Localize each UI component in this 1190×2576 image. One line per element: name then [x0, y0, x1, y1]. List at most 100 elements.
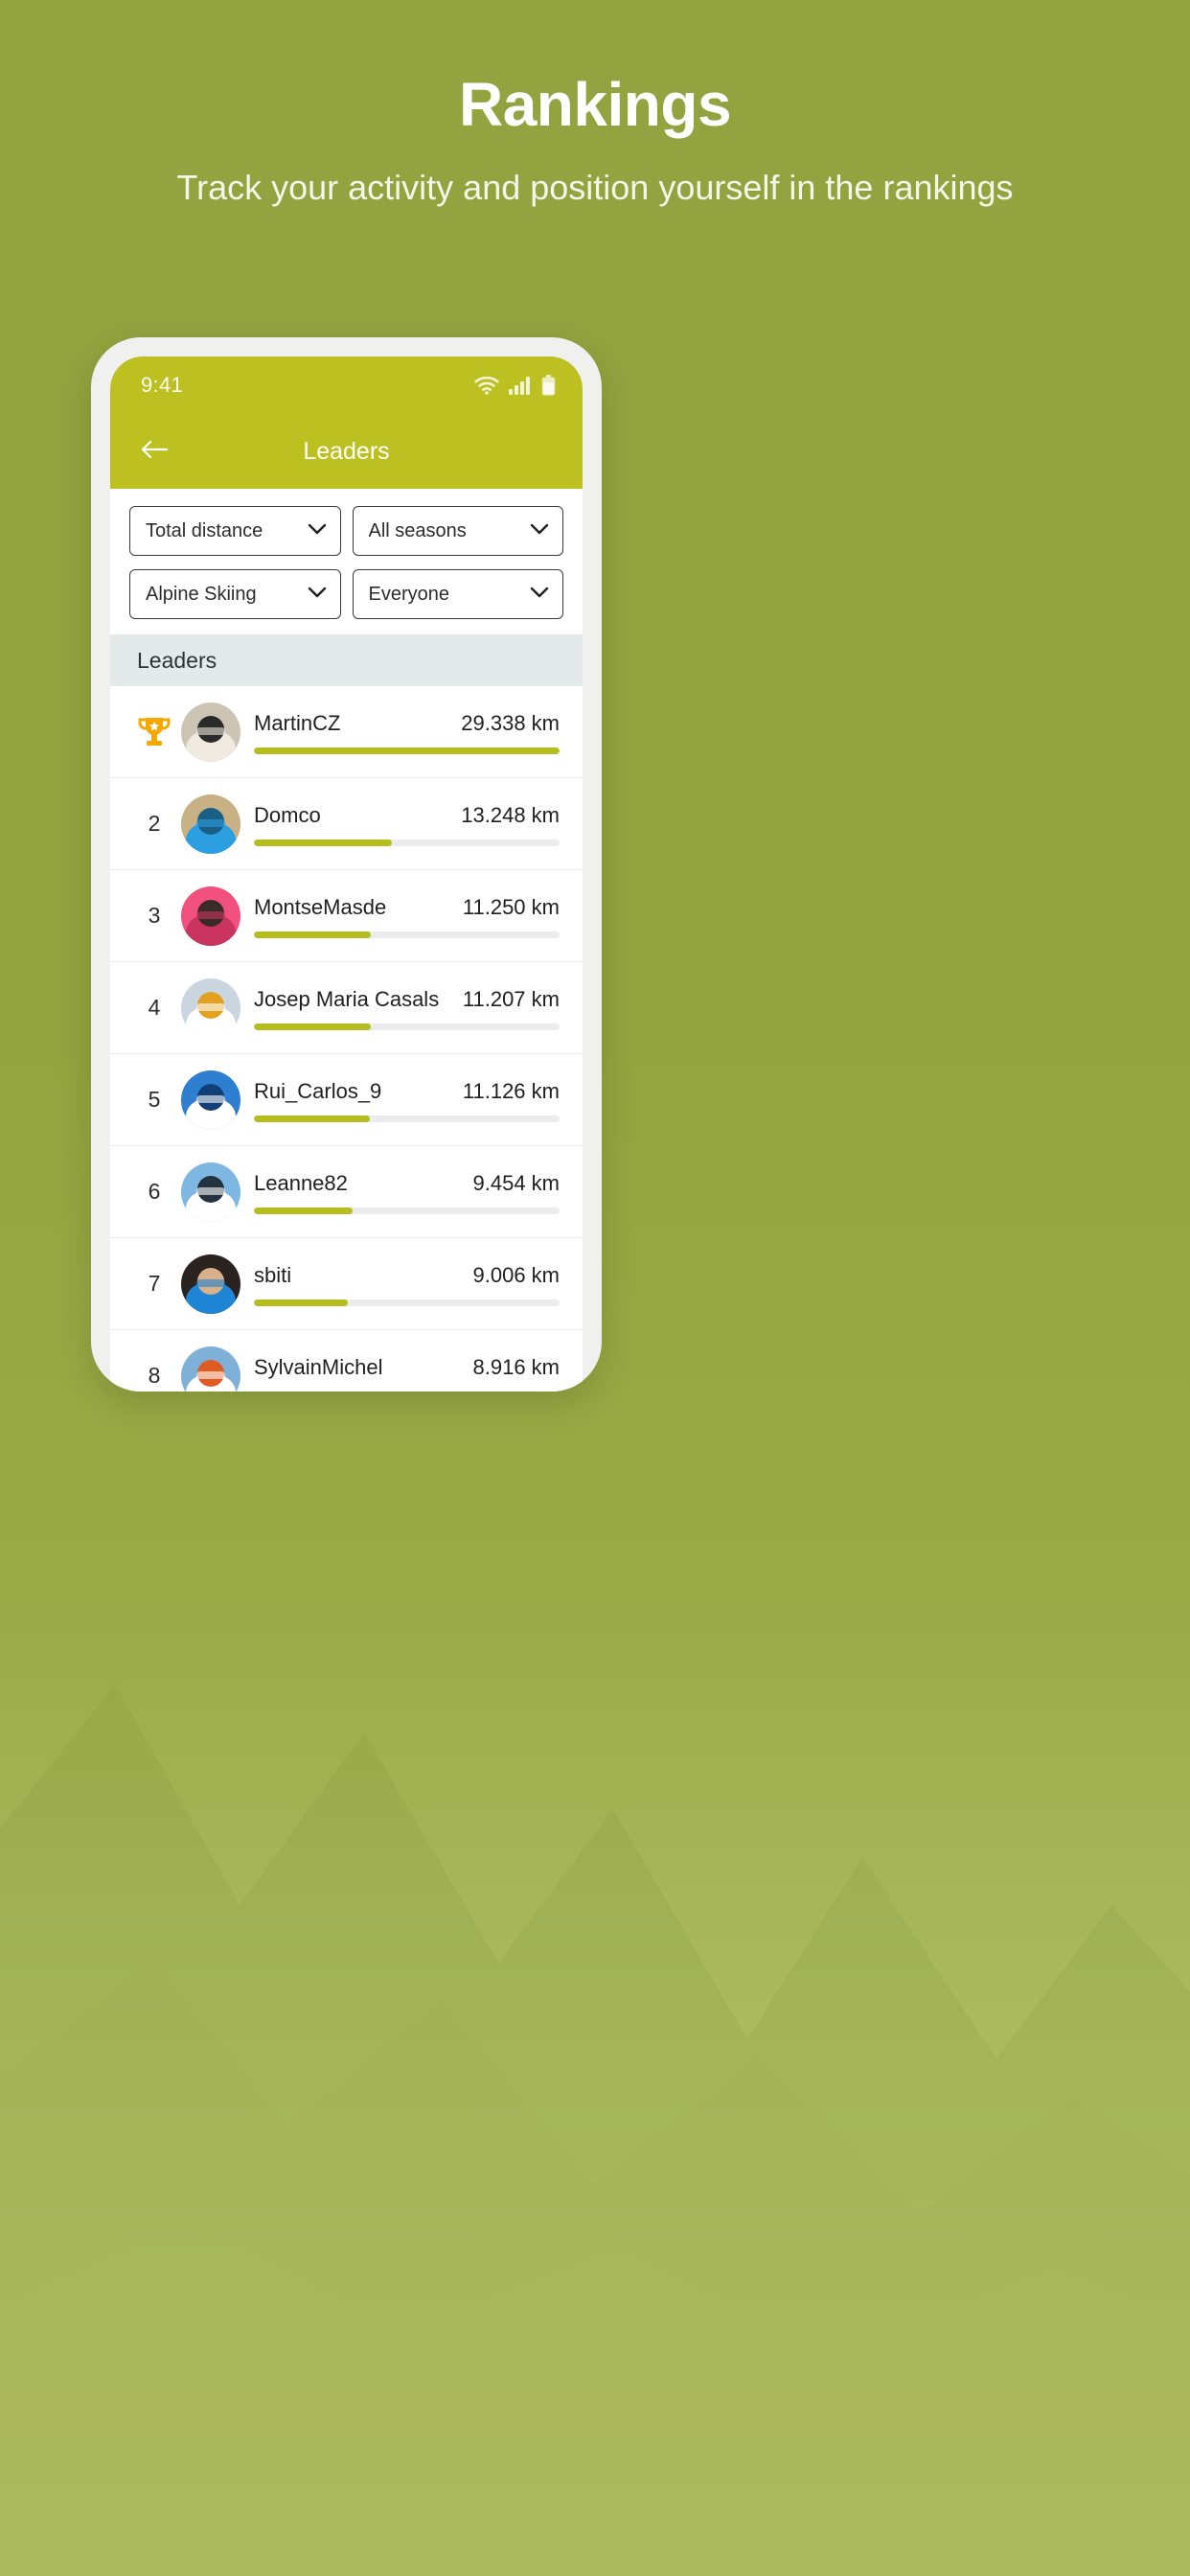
avatar[interactable]	[181, 1346, 240, 1392]
filter-audience-value: Everyone	[368, 583, 450, 605]
leaders-section-header: Leaders	[110, 634, 583, 686]
rank-cell: 6	[127, 1179, 181, 1205]
user-name: Josep Maria Casals	[254, 987, 440, 1011]
leaderboard-list: MartinCZ 29.338 km 2 Domco 13.248 km 3 MontseM…	[110, 686, 583, 1392]
row-content: Domco 13.248 km	[254, 801, 560, 846]
table-row[interactable]: 6 Leanne82 9.454 km	[110, 1146, 583, 1238]
app-bar: Leaders	[110, 414, 583, 489]
page-title: Rankings	[458, 70, 732, 139]
phone-mockup-frame: 9:41 Leaders Total distance All seasons …	[91, 337, 602, 1392]
progress-fill	[254, 748, 560, 754]
chevron-down-icon	[530, 586, 549, 603]
rank-cell	[127, 713, 181, 751]
row-content: MartinCZ 29.338 km	[254, 709, 560, 754]
trophy-icon	[135, 713, 173, 751]
user-name: Rui_Carlos_9	[254, 1079, 382, 1103]
arrow-left-icon	[140, 439, 169, 465]
filter-bar: Total distance All seasons Alpine Skiing…	[110, 489, 583, 634]
wifi-icon	[474, 376, 499, 395]
progress-track	[254, 840, 560, 846]
app-bar-title: Leaders	[303, 437, 390, 465]
table-row[interactable]: MartinCZ 29.338 km	[110, 686, 583, 778]
row-content: Leanne82 9.454 km	[254, 1169, 560, 1214]
progress-fill	[254, 1116, 370, 1122]
avatar[interactable]	[181, 978, 240, 1038]
avatar[interactable]	[181, 1070, 240, 1130]
chevron-down-icon	[530, 522, 549, 540]
user-name: MartinCZ	[254, 711, 341, 735]
back-button[interactable]	[133, 430, 175, 472]
row-content: sbiti 9.006 km	[254, 1261, 560, 1306]
rank-number: 6	[148, 1179, 161, 1204]
progress-track	[254, 1116, 560, 1122]
avatar[interactable]	[181, 1162, 240, 1222]
filter-metric-select[interactable]: Total distance	[129, 506, 341, 556]
rank-number: 8	[148, 1363, 161, 1388]
filter-metric-value: Total distance	[146, 519, 263, 541]
cellular-signal-icon	[509, 376, 532, 395]
status-icon-group	[474, 375, 556, 396]
row-content: Rui_Carlos_9 11.126 km	[254, 1077, 560, 1122]
row-top: Leanne82 9.454 km	[254, 1171, 560, 1196]
table-row[interactable]: 8 SylvainMichel 8.916 km	[110, 1330, 583, 1392]
mountain-backdrop-image	[0, 1234, 1190, 2576]
rank-number: 3	[148, 903, 161, 928]
progress-track	[254, 932, 560, 938]
battery-icon	[541, 375, 556, 396]
avatar[interactable]	[181, 1254, 240, 1314]
distance-value: 11.126 km	[462, 1079, 560, 1103]
rank-cell: 8	[127, 1363, 181, 1389]
progress-fill	[254, 1024, 371, 1030]
row-content: SylvainMichel 8.916 km	[254, 1353, 560, 1392]
table-row[interactable]: 3 MontseMasde 11.250 km	[110, 870, 583, 962]
rank-cell: 2	[127, 811, 181, 837]
progress-fill	[254, 1208, 353, 1214]
table-row[interactable]: 5 Rui_Carlos_9 11.126 km	[110, 1054, 583, 1146]
phone-screen: 9:41 Leaders Total distance All seasons …	[110, 356, 583, 1392]
progress-track	[254, 1300, 560, 1306]
row-content: Josep Maria Casals 11.207 km	[254, 985, 560, 1030]
filter-season-select[interactable]: All seasons	[352, 506, 563, 556]
progress-track	[254, 748, 560, 754]
avatar[interactable]	[181, 702, 240, 762]
avatar[interactable]	[181, 886, 240, 946]
rank-number: 2	[148, 811, 161, 836]
chevron-down-icon	[308, 522, 327, 540]
progress-fill	[254, 932, 372, 938]
status-time: 9:41	[141, 373, 184, 397]
distance-value: 9.006 km	[472, 1263, 561, 1287]
user-name: SylvainMichel	[254, 1355, 383, 1379]
row-top: MartinCZ 29.338 km	[254, 711, 560, 736]
progress-fill	[254, 1300, 348, 1306]
table-row[interactable]: 2 Domco 13.248 km	[110, 778, 583, 870]
rank-cell: 3	[127, 903, 181, 929]
row-content: MontseMasde 11.250 km	[254, 893, 560, 938]
user-name: Leanne82	[254, 1171, 348, 1195]
rank-number: 5	[148, 1087, 161, 1112]
row-top: sbiti 9.006 km	[254, 1263, 560, 1288]
progress-fill	[254, 840, 393, 846]
rank-cell: 4	[127, 995, 181, 1021]
row-top: Rui_Carlos_9 11.126 km	[254, 1079, 560, 1104]
distance-value: 11.250 km	[462, 895, 560, 919]
chevron-down-icon	[308, 586, 327, 603]
user-name: sbiti	[254, 1263, 292, 1287]
filter-sport-select[interactable]: Alpine Skiing	[129, 569, 341, 619]
rank-number: 4	[148, 995, 161, 1020]
promo-header: Rankings Track your activity and positio…	[0, 0, 1190, 211]
user-name: MontseMasde	[254, 895, 387, 919]
table-row[interactable]: 4 Josep Maria Casals 11.207 km	[110, 962, 583, 1054]
status-bar: 9:41	[110, 356, 583, 414]
avatar[interactable]	[181, 794, 240, 854]
page-subtitle: Track your activity and position yoursel…	[176, 168, 1014, 208]
rank-cell: 5	[127, 1087, 181, 1113]
distance-value: 8.916 km	[472, 1355, 561, 1379]
filter-audience-select[interactable]: Everyone	[352, 569, 563, 619]
row-top: SylvainMichel 8.916 km	[254, 1355, 560, 1380]
table-row[interactable]: 7 sbiti 9.006 km	[110, 1238, 583, 1330]
distance-value: 11.207 km	[462, 987, 560, 1011]
user-name: Domco	[254, 803, 321, 827]
filter-season-value: All seasons	[368, 519, 467, 541]
progress-track	[254, 1208, 560, 1214]
distance-value: 13.248 km	[461, 803, 560, 827]
